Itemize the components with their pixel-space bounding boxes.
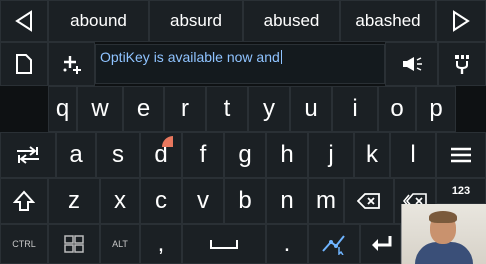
sparkle-plus-icon [63,56,81,74]
key-h[interactable]: h [266,132,308,178]
key-w[interactable]: w [77,86,123,132]
key-n[interactable]: n [266,178,308,224]
space-bar-icon [210,240,238,249]
suggestion-1[interactable]: abound [48,0,149,42]
numbers-label: 123 [451,184,471,197]
key-c[interactable]: c [140,178,182,224]
key-z[interactable]: z [48,178,100,224]
calibrate-icon [455,55,469,74]
backspace-icon [357,193,380,209]
key-i[interactable]: i [332,86,378,132]
key-k[interactable]: k [354,132,390,178]
enter-arrow-icon [371,236,391,251]
key-r[interactable]: r [164,86,206,132]
key-a[interactable]: a [56,132,96,178]
suggestion-4[interactable]: abashed [340,0,436,42]
document-icon [16,54,32,74]
key-o[interactable]: o [378,86,416,132]
backspace-button[interactable] [344,178,394,224]
add-to-dictionary-button[interactable] [48,42,95,86]
period-key[interactable]: . [266,224,308,264]
key-t[interactable]: t [206,86,248,132]
text-caret [280,50,282,64]
megaphone-icon [402,57,422,71]
mouse-mode-button[interactable] [308,224,360,264]
key-m[interactable]: m [308,178,344,224]
speak-button[interactable] [385,42,438,86]
next-suggestions-button[interactable] [436,0,486,42]
enter-key[interactable] [360,224,401,264]
key-u[interactable]: u [290,86,332,132]
triangle-right-icon [453,10,470,32]
webcam-preview [401,204,486,264]
key-v[interactable]: v [182,178,224,224]
hamburger-menu-icon [451,147,471,163]
scratchpad[interactable]: OptiKey is available now and [95,44,385,84]
key-l[interactable]: l [390,132,436,178]
shift-button[interactable] [0,178,48,224]
shift-arrow-icon [13,190,35,211]
menu-button[interactable] [436,132,486,178]
suggestion-3[interactable]: abused [243,0,340,42]
triangle-left-icon [15,10,32,32]
space-key[interactable] [182,224,266,264]
comma-key[interactable]: , [140,224,182,264]
key-e[interactable]: e [123,86,164,132]
webcam-person-body [415,242,473,264]
ctrl-key[interactable]: CTRL [0,224,48,264]
webcam-person-hair [429,211,457,223]
key-f[interactable]: f [182,132,224,178]
key-x[interactable]: x [100,178,140,224]
alt-key[interactable]: ALT [100,224,140,264]
key-q[interactable]: q [48,86,77,132]
key-y[interactable]: y [248,86,290,132]
windows-key[interactable] [48,224,100,264]
mouse-pointer-icon [322,235,345,255]
calibrate-button[interactable] [438,42,486,86]
key-g[interactable]: g [224,132,266,178]
new-document-button[interactable] [0,42,48,86]
prev-suggestions-button[interactable] [0,0,48,42]
suggestion-2[interactable]: absurd [149,0,243,42]
windows-logo-icon [64,235,84,253]
key-b[interactable]: b [224,178,266,224]
key-s[interactable]: s [96,132,140,178]
numbers-symbols-button[interactable]: 123 [436,178,486,204]
key-p[interactable]: p [416,86,456,132]
key-j[interactable]: j [308,132,354,178]
tab-icon [17,146,39,164]
tab-button[interactable] [0,132,56,178]
scratchpad-text: OptiKey is available now and [100,49,280,65]
dwell-progress-indicator [162,136,184,158]
